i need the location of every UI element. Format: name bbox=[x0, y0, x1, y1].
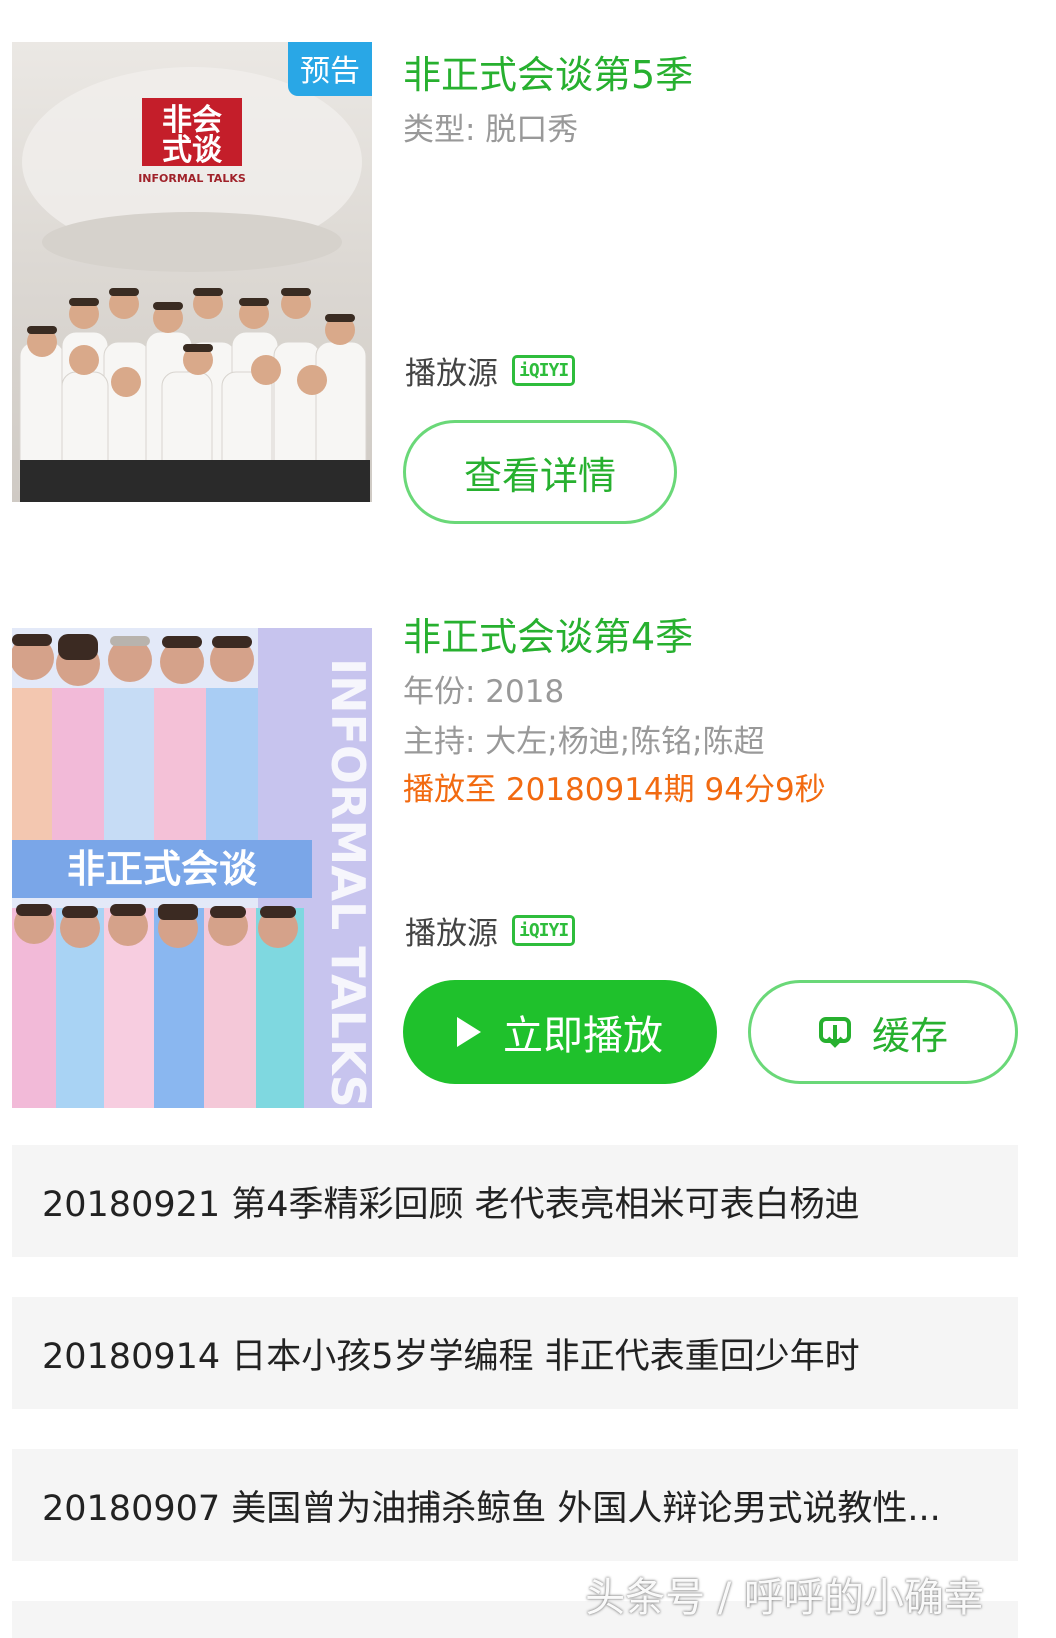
play-source: 播放源 iQIYI bbox=[405, 348, 576, 393]
play-now-button[interactable]: 立即播放 bbox=[403, 980, 717, 1084]
download-icon bbox=[818, 1017, 851, 1048]
episode-item[interactable]: 20180914 日本小孩5岁学编程 非正代表重回少年时 bbox=[12, 1297, 1018, 1409]
play-source: 播放源 iQIYI bbox=[405, 908, 576, 953]
episode-item[interactable]: 20180921 第4季精彩回顾 老代表亮相米可表白杨迪 bbox=[12, 1145, 1018, 1257]
result-genre: 类型: 脱口秀 bbox=[403, 112, 579, 148]
play-icon bbox=[457, 1017, 481, 1047]
poster-logo-bottom: 式谈 bbox=[162, 133, 223, 168]
poster-banner: 非正式会谈 bbox=[67, 847, 258, 891]
search-result-season-4[interactable]: 非正式会谈 INFORMAL TALKS 非正式会谈第4季 年份: 2018 主… bbox=[0, 600, 1056, 1120]
iqiyi-icon: iQIYI bbox=[512, 915, 576, 946]
search-result-season-5[interactable]: 非会 式谈 INFORMAL TALKS 预告 非正式会谈第5季 类型: 脱口秀… bbox=[0, 0, 1056, 530]
play-source-label: 播放源 bbox=[405, 916, 498, 952]
view-details-label: 查看详情 bbox=[463, 453, 616, 498]
poster-side-text: INFORMAL TALKS bbox=[321, 658, 372, 1108]
episode-item[interactable]: 20180907 美国曾为油捕杀鲸鱼 外国人辩论男式说教性... bbox=[12, 1449, 1018, 1561]
watch-progress: 播放至 20180914期 94分9秒 bbox=[403, 772, 826, 808]
view-details-button[interactable]: 查看详情 bbox=[403, 420, 677, 524]
poster-season-5[interactable]: 非会 式谈 INFORMAL TALKS 预告 bbox=[12, 42, 372, 502]
preview-badge: 预告 bbox=[288, 42, 372, 96]
play-now-label: 立即播放 bbox=[503, 1013, 663, 1059]
poster-image: 非正式会谈 INFORMAL TALKS bbox=[12, 628, 372, 1108]
play-source-label: 播放源 bbox=[405, 356, 498, 392]
result-year: 年份: 2018 bbox=[403, 674, 565, 710]
result-host: 主持: 大左;杨迪;陈铭;陈超 bbox=[403, 724, 765, 760]
cache-button[interactable]: 缓存 bbox=[748, 980, 1018, 1084]
poster-image: 非会 式谈 INFORMAL TALKS bbox=[12, 42, 372, 502]
result-title[interactable]: 非正式会谈第4季 bbox=[403, 606, 693, 661]
result-title[interactable]: 非正式会谈第5季 bbox=[403, 44, 693, 99]
poster-brand: INFORMAL TALKS bbox=[138, 172, 246, 185]
iqiyi-icon: iQIYI bbox=[512, 355, 576, 386]
cache-label: 缓存 bbox=[871, 1013, 948, 1058]
poster-season-4[interactable]: 非正式会谈 INFORMAL TALKS bbox=[12, 628, 372, 1108]
watermark: 头条号 / 呼呼的小确幸 bbox=[585, 1575, 984, 1621]
